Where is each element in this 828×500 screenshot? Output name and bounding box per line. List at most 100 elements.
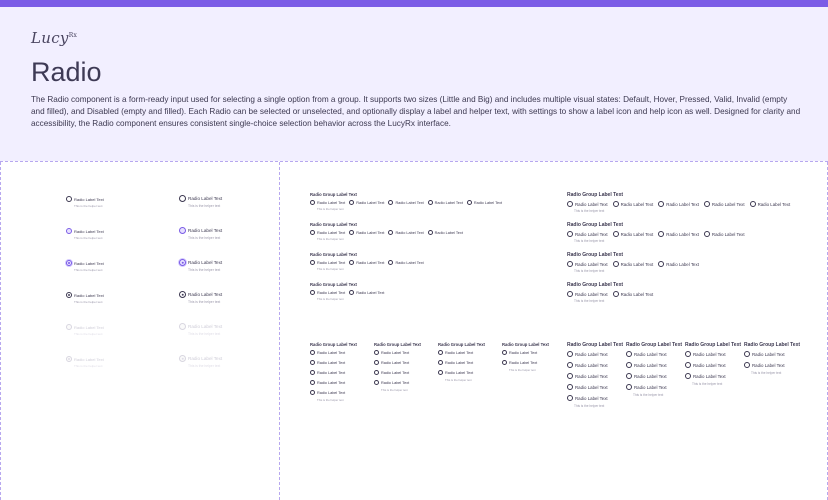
- radio-option[interactable]: Radio Label Text: [685, 351, 741, 357]
- radio-option[interactable]: Radio Label Text: [349, 230, 384, 235]
- radio-circle[interactable]: [310, 200, 315, 205]
- radio-option[interactable]: Radio Label Text: [310, 370, 357, 375]
- radio-option[interactable]: Radio Label Text: [438, 360, 485, 365]
- radio-circle[interactable]: [179, 259, 186, 266]
- radio-option[interactable]: Radio Label Text: [658, 261, 699, 267]
- radio-circle[interactable]: [626, 384, 632, 390]
- radio-option[interactable]: Radio Label Text: [349, 260, 384, 265]
- radio-circle[interactable]: [388, 200, 394, 205]
- radio-option[interactable]: Radio Label Text: [438, 370, 485, 375]
- radio-circle[interactable]: [567, 201, 573, 207]
- radio-circle[interactable]: [438, 370, 443, 375]
- radio-circle[interactable]: [703, 231, 710, 237]
- radio-circle[interactable]: [567, 395, 573, 401]
- radio-circle[interactable]: [685, 351, 691, 357]
- radio-option[interactable]: Radio Label Text: [310, 200, 345, 205]
- radio-option[interactable]: Radio Label Text: [685, 373, 741, 379]
- radio-option[interactable]: Radio Label Text: [749, 201, 790, 207]
- radio-option[interactable]: Radio Label Text: [349, 200, 384, 205]
- radio-option[interactable]: Radio Label Text: [310, 390, 357, 395]
- radio-circle[interactable]: [349, 230, 355, 235]
- radio-circle[interactable]: [567, 362, 573, 368]
- radio-circle[interactable]: [179, 227, 186, 234]
- radio-circle[interactable]: [612, 201, 619, 207]
- radio-big-hover[interactable]: Radio Label Text This is the helper text: [179, 227, 222, 240]
- radio-circle[interactable]: [658, 261, 665, 267]
- radio-circle[interactable]: [685, 362, 691, 368]
- radio-circle[interactable]: [310, 360, 315, 365]
- radio-option[interactable]: Radio Label Text: [612, 231, 653, 237]
- radio-option[interactable]: Radio Label Text: [466, 200, 502, 205]
- radio-option[interactable]: Radio Label Text: [703, 231, 745, 237]
- radio-option[interactable]: Radio Label Text: [612, 291, 653, 297]
- radio-option[interactable]: Radio Label Text: [374, 350, 421, 355]
- radio-circle[interactable]: [310, 290, 315, 295]
- radio-circle[interactable]: [567, 231, 573, 237]
- radio-small-hover[interactable]: Radio Label Text This is the helper text: [66, 228, 104, 240]
- radio-circle[interactable]: [349, 200, 355, 205]
- radio-circle[interactable]: [626, 362, 632, 368]
- radio-option[interactable]: Radio Label Text: [310, 230, 345, 235]
- radio-option[interactable]: Radio Label Text: [374, 380, 421, 385]
- radio-circle[interactable]: [310, 350, 315, 355]
- radio-option[interactable]: Radio Label Text: [685, 362, 741, 368]
- radio-circle[interactable]: [438, 350, 443, 355]
- radio-circle[interactable]: [310, 260, 315, 265]
- radio-option[interactable]: Radio Label Text: [349, 290, 384, 295]
- radio-circle[interactable]: [66, 260, 72, 266]
- radio-option[interactable]: Radio Label Text: [626, 351, 682, 357]
- radio-option[interactable]: Radio Label Text: [374, 360, 421, 365]
- radio-small-valid[interactable]: Radio Label Text This is the helper text: [66, 292, 104, 304]
- radio-circle[interactable]: [66, 292, 72, 298]
- radio-option[interactable]: Radio Label Text: [567, 291, 608, 297]
- radio-circle[interactable]: [388, 260, 394, 265]
- radio-option[interactable]: Radio Label Text: [310, 290, 345, 295]
- radio-option[interactable]: Radio Label Text: [626, 384, 682, 390]
- radio-circle[interactable]: [744, 362, 750, 368]
- radio-circle[interactable]: [349, 290, 355, 295]
- radio-small-pressed[interactable]: Radio Label Text This is the helper text: [66, 260, 104, 272]
- radio-option[interactable]: Radio Label Text: [658, 231, 699, 237]
- radio-circle[interactable]: [567, 384, 573, 390]
- radio-option[interactable]: Radio Label Text: [567, 373, 623, 379]
- radio-circle[interactable]: [179, 291, 186, 298]
- radio-small-default[interactable]: Radio Label Text This is the helper text: [66, 196, 104, 208]
- radio-option[interactable]: Radio Label Text: [567, 261, 608, 267]
- radio-circle[interactable]: [179, 195, 186, 202]
- radio-option[interactable]: Radio Label Text: [374, 370, 421, 375]
- radio-circle[interactable]: [388, 230, 394, 235]
- radio-big-valid[interactable]: Radio Label Text This is the helper text: [179, 291, 222, 304]
- radio-circle[interactable]: [658, 201, 665, 207]
- radio-circle[interactable]: [310, 380, 315, 385]
- radio-option[interactable]: Radio Label Text: [502, 360, 549, 365]
- radio-circle[interactable]: [466, 200, 472, 205]
- radio-option[interactable]: Radio Label Text: [626, 373, 682, 379]
- radio-circle[interactable]: [374, 370, 379, 375]
- radio-option[interactable]: Radio Label Text: [388, 260, 424, 265]
- radio-circle[interactable]: [567, 291, 573, 297]
- radio-circle[interactable]: [685, 373, 691, 379]
- radio-circle[interactable]: [502, 350, 507, 355]
- radio-circle[interactable]: [374, 350, 379, 355]
- radio-option[interactable]: Radio Label Text: [703, 201, 745, 207]
- radio-option[interactable]: Radio Label Text: [658, 201, 699, 207]
- radio-circle[interactable]: [427, 200, 433, 205]
- radio-option[interactable]: Radio Label Text: [388, 200, 424, 205]
- radio-circle[interactable]: [612, 231, 619, 237]
- radio-option[interactable]: Radio Label Text: [502, 350, 549, 355]
- radio-option[interactable]: Radio Label Text: [567, 384, 623, 390]
- radio-option[interactable]: Radio Label Text: [310, 380, 357, 385]
- radio-circle[interactable]: [749, 201, 756, 207]
- radio-option[interactable]: Radio Label Text: [612, 201, 653, 207]
- radio-circle[interactable]: [374, 380, 379, 385]
- radio-circle[interactable]: [438, 360, 443, 365]
- radio-option[interactable]: Radio Label Text: [567, 201, 608, 207]
- radio-option[interactable]: Radio Label Text: [427, 230, 463, 235]
- radio-circle[interactable]: [502, 360, 507, 365]
- radio-circle[interactable]: [626, 351, 632, 357]
- radio-option[interactable]: Radio Label Text: [567, 395, 623, 401]
- radio-option[interactable]: Radio Label Text: [310, 260, 345, 265]
- radio-circle[interactable]: [567, 351, 573, 357]
- radio-circle[interactable]: [703, 201, 710, 207]
- radio-option[interactable]: Radio Label Text: [567, 351, 623, 357]
